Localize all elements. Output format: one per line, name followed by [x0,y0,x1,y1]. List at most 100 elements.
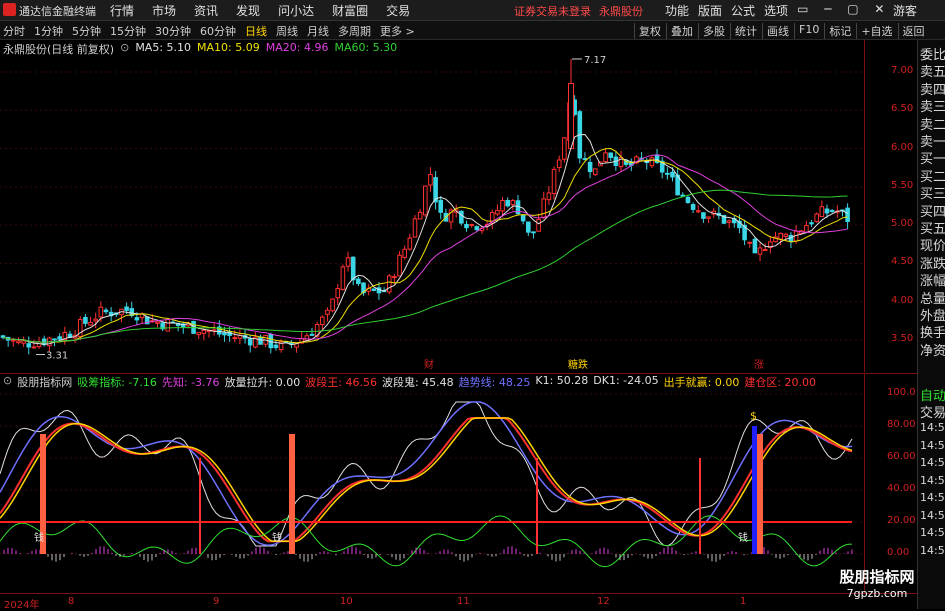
candle-body [520,214,526,222]
tab-timeframe[interactable]: 月线 [307,23,329,39]
menu-item-fortune[interactable]: 财富圈 [332,2,368,19]
candle-body [371,288,377,291]
candle-body [592,168,598,176]
tool-button[interactable]: F10 [794,23,819,39]
side-panel-item[interactable]: 买一 [920,148,945,167]
indicator-toggle-icon[interactable]: ⊙ [3,374,12,390]
menu-item-market[interactable]: 市场 [152,2,176,19]
candle-body [16,340,21,344]
menu-item-discover[interactable]: 发现 [236,2,260,19]
side-panel-item[interactable]: 买五 [920,218,945,237]
menu-item-layout[interactable]: 版面 [698,2,722,19]
indicator-chart[interactable]: $ 钱 钱 钱 [0,373,864,594]
candle-body [474,226,480,231]
price-tick-label: 7.00 [891,65,914,76]
menu-item-news[interactable]: 资讯 [194,2,218,19]
menu-item-quotes[interactable]: 行情 [110,2,134,19]
kline-chart[interactable]: 7.17 3.31 财 糖跌 涨 [0,40,864,372]
side-panel-item[interactable]: 买四 [920,201,945,220]
guest-login[interactable]: 游客 [893,2,917,19]
tab-timeframe[interactable]: 5分钟 [72,23,101,39]
price-tick-label: 5.50 [891,179,914,191]
side-panel-item[interactable]: 卖二 [920,114,945,133]
side-panel-item[interactable]: 卖四 [920,79,945,98]
indicator-tick-label: 0.00 [887,547,910,558]
tab-timeframe[interactable]: 日线 [245,23,267,39]
date-tick-label: 12 [597,596,610,607]
side-panel-item[interactable]: 卖三 [920,96,945,115]
tab-timeframe[interactable]: 分时 [3,23,25,39]
tab-timeframe[interactable]: 1分钟 [34,23,63,39]
date-tick-label: 11 [457,596,470,607]
indicator-value: 出手就赢: 0.00 [663,376,740,389]
tool-button[interactable]: 返回 [897,23,925,39]
signal-bar [757,434,763,554]
tab-timeframe[interactable]: 多周期 [338,23,371,39]
candle-body [397,254,402,277]
tab-timeframe[interactable]: 60分钟 [200,23,236,39]
side-panel-item[interactable]: 买二 [920,166,945,185]
candle-body [428,174,433,186]
ma5-label: MA5: 5.10 [135,41,192,54]
candle-body [824,208,830,214]
chart-tools: 复权 叠加 多股 统计 画线 F10 标记 +自选 返回 [634,23,925,39]
tab-timeframe[interactable]: 30分钟 [155,23,191,39]
indicator-value: 先知: -3.76 [161,376,220,389]
money-label: 钱 [34,531,44,544]
money-label: 钱 [272,531,282,544]
ma-legend: 永鼎股份(日线 前复权) ⊙ MA5: 5.10 MA10: 5.09 MA20… [3,41,397,57]
menu-item-ask[interactable]: 问小达 [278,2,314,19]
candle-body [402,248,407,258]
side-panel-item[interactable]: 涨跌 [920,253,945,272]
side-panel-item[interactable]: 买三 [920,183,945,202]
tool-button[interactable]: 多股 [698,23,725,39]
login-status[interactable]: 证券交易未登录 [514,3,591,19]
window-controls[interactable]: ▭ ─ ▢ ✕ [797,2,890,19]
tool-button[interactable]: 标记 [824,23,851,39]
auto-trade-item[interactable]: 交易 [920,402,945,421]
ma10-label: MA10: 5.09 [197,41,260,54]
tool-button[interactable]: 叠加 [666,23,693,39]
candle-body [695,210,701,213]
candle-body [356,278,361,284]
indicator-value: 波段鬼: 45.48 [381,376,454,389]
tab-timeframe[interactable]: 更多 > [380,23,415,39]
candle-body [386,275,392,293]
indicator-value: 吸筹指标: -7.16 [77,376,157,389]
side-panel-item[interactable]: 卖五 [920,61,945,80]
candle-body [587,161,593,173]
side-panel-item[interactable]: 涨幅 [920,270,945,289]
side-panel-item[interactable]: 总量 [920,288,945,307]
menu-item-options[interactable]: 选项 [764,2,788,19]
candle-body [392,276,397,279]
candle-body [26,343,32,348]
side-panel-item[interactable]: 现价 [920,235,945,254]
side-panel-item[interactable]: 净资 [920,340,945,359]
side-panel-item[interactable]: 卖一 [920,131,945,150]
tab-timeframe[interactable]: 周线 [276,23,298,39]
tick-time: 14:56 [920,421,945,434]
menu-item-trade[interactable]: 交易 [386,2,410,19]
candle-body [464,224,469,229]
event-mark: 涨 [754,359,764,371]
candle-body [196,332,201,336]
tool-button[interactable]: 复权 [634,23,661,39]
tab-timeframe[interactable]: 15分钟 [110,23,146,39]
stock-title: 永鼎股份 [599,5,643,18]
tool-button[interactable]: 画线 [762,23,789,39]
tool-button[interactable]: +自选 [856,23,893,39]
side-panel-item[interactable]: 委比 [920,44,945,63]
menu-item-formula[interactable]: 公式 [731,2,755,19]
candle-body [155,321,160,324]
side-panel-item[interactable]: 外盘 [920,305,945,324]
price-axis: 7.00 6.50 6.00 5.50 5.00 4.50 4.00 3.50 [864,40,918,372]
candle-body [83,316,88,324]
candle-body [57,336,62,340]
menu-item-function[interactable]: 功能 [665,2,689,19]
login-notice[interactable]: 证券交易未登录 永鼎股份 [514,3,643,19]
candle-body [495,209,500,215]
candle-body [350,256,356,281]
tool-button[interactable]: 统计 [730,23,757,39]
legend-toggle-icon[interactable]: ⊙ [120,41,129,57]
side-panel-item[interactable]: 换手 [920,322,945,341]
